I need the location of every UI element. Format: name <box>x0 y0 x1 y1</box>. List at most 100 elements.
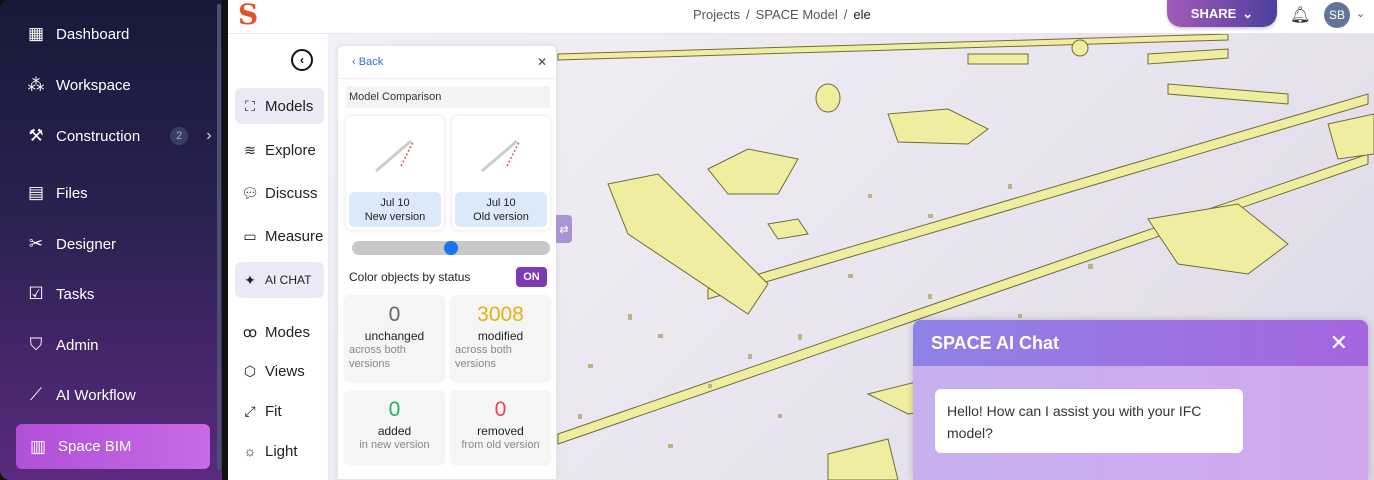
tool-label: Views <box>265 362 305 380</box>
sidebar-item-workspace[interactable]: ⁂ Workspace <box>26 75 131 95</box>
workflow-icon: ⟋ <box>30 385 42 404</box>
workspace-icon: ⁂ <box>27 75 45 94</box>
version-card-old[interactable]: Jul 10 Old version <box>452 116 550 230</box>
panel-title: Model Comparison <box>346 86 550 108</box>
tool-discuss[interactable]: 💬︎ Discuss <box>235 175 324 211</box>
sidebar-item-label: AI Workflow <box>56 386 136 404</box>
version-date: Jul 10 <box>486 197 516 209</box>
tool-views[interactable]: ⬡ Views <box>235 353 324 389</box>
version-date: Jul 10 <box>380 197 410 209</box>
breadcrumb: Projects / SPACE Model / ele <box>693 7 871 22</box>
tool-label: Models <box>265 97 314 115</box>
tool-label: AI CHAT <box>265 273 312 287</box>
tool-models[interactable]: ⛶ Models <box>235 88 324 124</box>
chat-message: Hello! How can I assist you with your IF… <box>935 389 1243 453</box>
divider <box>338 78 556 79</box>
chevron-right-icon[interactable]: › <box>206 127 211 145</box>
sparkles-icon: ✦ <box>244 271 256 288</box>
sun-icon: ☼ <box>243 443 257 459</box>
share-button[interactable]: SHARE ⌄ <box>1167 0 1277 27</box>
layers-icon: ≋ <box>244 141 256 158</box>
chevron-down-icon: ⌄ <box>1242 5 1254 21</box>
stat-value: 0 <box>388 398 401 421</box>
tool-fit[interactable]: ⤢ Fit <box>235 393 324 429</box>
tool-label: Discuss <box>265 184 318 202</box>
tool-ai-chat[interactable]: ✦ AI CHAT <box>235 262 324 298</box>
chart-icon: ▥ <box>29 436 47 456</box>
app-logo[interactable]: S <box>238 1 268 29</box>
tools-icon: ⚒ <box>28 126 44 145</box>
version-label: Jul 10 New version <box>349 192 441 227</box>
chat-bubble-icon: 💬︎ <box>241 184 259 201</box>
comparison-slider[interactable] <box>352 241 550 255</box>
stat-value: 0 <box>494 398 507 421</box>
sidebar-item-label: Designer <box>56 235 117 253</box>
stat-label: removed <box>477 424 524 438</box>
sidebar-scrollbar[interactable] <box>217 4 221 470</box>
tool-label: Fit <box>265 402 282 420</box>
file-icon: ▤ <box>27 183 45 202</box>
chat-title: SPACE AI Chat <box>931 333 1060 353</box>
breadcrumb-model[interactable]: SPACE Model <box>756 7 838 22</box>
stat-removed: 0 removed from old version <box>450 390 551 464</box>
stat-sub: from old version <box>461 439 540 451</box>
stat-sub: across both versions <box>455 344 512 370</box>
sidebar-item-ai-workflow[interactable]: ⟋ AI Workflow <box>26 385 136 405</box>
model-thumbnail <box>375 139 414 173</box>
tool-label: Explore <box>265 141 316 159</box>
panel-resize-handle[interactable]: ⇄ <box>556 215 572 243</box>
tool-modes[interactable]: ꝏ Modes <box>235 314 324 350</box>
sidebar-item-label: Construction <box>56 127 141 145</box>
views-icon: ⬡ <box>243 362 257 379</box>
tool-explore[interactable]: ≋ Explore <box>235 132 324 168</box>
sidebar-item-admin[interactable]: ⛉ Admin <box>26 335 99 355</box>
ruler-icon: ▭ <box>243 227 257 244</box>
designer-icon: ✂ <box>28 234 44 253</box>
breadcrumb-current: ele <box>853 7 871 22</box>
tool-light[interactable]: ☼ Light <box>235 433 324 469</box>
slider-handle[interactable] <box>444 241 458 255</box>
swap-icon: ⇄ <box>559 223 569 236</box>
sidebar-item-tasks[interactable]: ☑ Tasks <box>26 284 94 304</box>
stat-sub: in new version <box>359 439 430 451</box>
top-bar: S Projects / SPACE Model / ele SHARE ⌄ 🔔︎ S… <box>228 0 1374 34</box>
stat-label: unchanged <box>364 329 425 343</box>
ai-chat-window: SPACE AI Chat ✕ Hello! How can I assist y… <box>913 320 1368 480</box>
breadcrumb-projects[interactable]: Projects <box>693 7 740 22</box>
close-icon[interactable]: ✕ <box>1330 330 1348 356</box>
main-area: S Projects / SPACE Model / ele SHARE ⌄ 🔔︎ S… <box>228 0 1374 480</box>
back-label: Back <box>358 56 384 68</box>
stat-modified: 3008 modified across both versions <box>450 295 551 381</box>
sidebar-item-label: Admin <box>56 336 99 354</box>
tool-label: Measure <box>265 227 324 245</box>
sidebar-item-construction[interactable]: ⚒ Construction 2 › <box>26 126 212 146</box>
model-thumbnail <box>481 139 520 173</box>
count-badge: 2 <box>170 127 189 145</box>
sidebar-item-files[interactable]: ▤ Files <box>26 183 88 203</box>
tool-measure[interactable]: ▭ Measure <box>235 218 324 254</box>
sidebar-item-space-bim[interactable]: ▥ Space BIM <box>16 424 210 469</box>
sidebar-item-designer[interactable]: ✂ Designer <box>26 234 116 254</box>
stat-added: 0 added in new version <box>344 390 445 464</box>
admin-icon: ⛉ <box>29 335 43 354</box>
back-button[interactable]: ‹ Back <box>352 56 383 68</box>
close-icon[interactable]: ✕ <box>537 55 547 69</box>
tool-column: ‹ ⛶ Models ≋ Explore 💬︎ Discuss ▭ Measure ✦ A… <box>228 34 328 480</box>
version-label: Jul 10 Old version <box>455 192 547 227</box>
collapse-button[interactable]: ‹ <box>291 49 313 71</box>
chevron-down-icon[interactable]: ⌄ <box>1356 7 1365 20</box>
share-label: SHARE <box>1190 6 1237 21</box>
chat-header: SPACE AI Chat ✕ <box>913 320 1368 366</box>
color-by-status-toggle[interactable]: ON <box>516 267 547 287</box>
stat-value: 0 <box>388 303 401 326</box>
sidebar: ▦ Dashboard ⁂ Workspace ⚒ Construction 2 › ▤ F… <box>0 0 222 480</box>
bell-icon[interactable]: 🔔︎ <box>1290 5 1310 25</box>
stat-label: added <box>377 424 412 438</box>
tasks-icon: ☑ <box>28 284 44 303</box>
sidebar-item-label: Files <box>56 184 88 202</box>
sidebar-item-dashboard[interactable]: ▦ Dashboard <box>26 24 129 44</box>
version-card-new[interactable]: Jul 10 New version <box>346 116 444 230</box>
avatar[interactable]: SB <box>1324 2 1350 28</box>
models-icon: ⛶ <box>245 97 255 114</box>
model-comparison-panel: ‹ Back ✕ Model Comparison Jul 10 New vers… <box>337 45 557 480</box>
